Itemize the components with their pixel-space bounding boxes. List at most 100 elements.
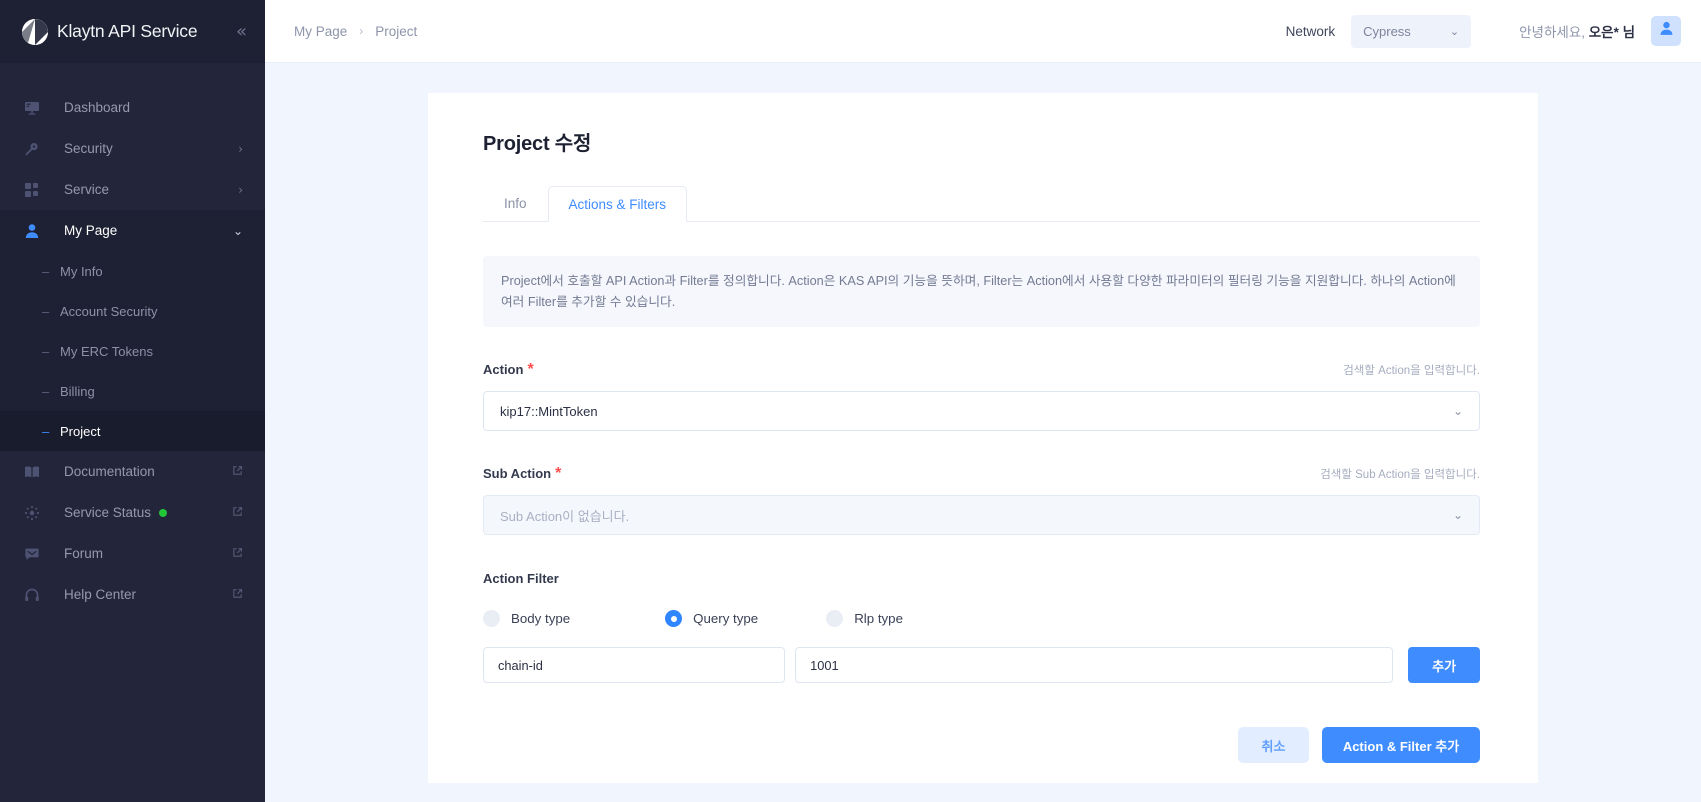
sidebar-item-label: Service Status — [64, 505, 152, 520]
required-mark: * — [527, 361, 534, 379]
radio-dot — [665, 610, 683, 628]
action-select[interactable]: kip17::MintToken ⌄ — [483, 391, 1480, 432]
sidebar-item-label: Security — [64, 141, 113, 156]
action-filter-title: Action Filter — [483, 571, 559, 587]
chevron-down-icon: ⌄ — [1452, 404, 1463, 419]
sub-action-field-group: Sub Action * 검색할 Sub Action을 입력합니다. Sub … — [483, 465, 1480, 536]
sub-action-placeholder: Sub Action이 없습니다. — [500, 508, 630, 524]
chat-icon — [22, 546, 42, 562]
sidebar-item-label: Forum — [64, 546, 104, 561]
user-avatar-icon — [1658, 20, 1675, 42]
tab-actions-filters[interactable]: Actions & Filters — [547, 186, 688, 222]
chevrons-left-icon[interactable]: « — [236, 22, 247, 41]
radio-dot — [826, 610, 844, 628]
submit-action-filter-button[interactable]: Action & Filter 추가 — [1322, 727, 1480, 764]
action-hint: 검색할 Action을 입력합니다. — [1343, 365, 1480, 378]
sidebar-subitem-label: Billing — [60, 383, 95, 399]
radio-body-type[interactable]: Body type — [483, 610, 571, 628]
chevron-right-icon: › — [238, 182, 243, 197]
chevron-right-icon: › — [359, 24, 364, 38]
main-area: My Page › Project Network Cypress ⌄ 안녕하세… — [265, 0, 1701, 802]
sidebar-item-my-erc-tokens[interactable]: – My ERC Tokens — [0, 331, 265, 371]
sidebar-nav: Dashboard Security › Service › My Page ⌄… — [0, 63, 265, 615]
cancel-button[interactable]: 취소 — [1238, 727, 1309, 764]
info-banner: Project에서 호출할 API Action과 Filter를 정의합니다.… — [483, 256, 1480, 328]
sidebar-item-dashboard[interactable]: Dashboard — [0, 87, 265, 128]
sidebar-item-service-status[interactable]: Service Status — [0, 492, 265, 533]
sidebar-item-billing[interactable]: – Billing — [0, 371, 265, 411]
sidebar-item-label: Service — [64, 182, 110, 197]
sidebar-subitem-label: Account Security — [60, 303, 158, 319]
radio-label: Body type — [511, 611, 571, 627]
dash-icon: – — [42, 383, 50, 399]
chevron-down-icon: ⌄ — [1452, 508, 1463, 523]
radio-query-type[interactable]: Query type — [665, 610, 759, 628]
action-select-value: kip17::MintToken — [500, 403, 598, 419]
sidebar-item-my-page[interactable]: My Page ⌄ — [0, 210, 265, 251]
topbar-right: Network Cypress ⌄ 안녕하세요, 오은* 님 — [1285, 14, 1681, 48]
sidebar-item-help-center[interactable]: Help Center — [0, 574, 265, 615]
sub-action-label: Sub Action — [483, 466, 552, 482]
sidebar-item-security[interactable]: Security › — [0, 128, 265, 169]
breadcrumb-item-my-page[interactable]: My Page — [294, 24, 347, 39]
sidebar-subitem-label: My ERC Tokens — [60, 343, 153, 359]
headset-icon — [22, 587, 42, 603]
filter-key-input[interactable] — [483, 647, 786, 684]
radio-label: Query type — [693, 611, 759, 627]
dash-icon: – — [42, 263, 50, 279]
sidebar-item-project[interactable]: – Project — [0, 411, 265, 451]
page-title: Project 수정 — [483, 133, 592, 155]
radio-dot — [483, 610, 500, 628]
external-link-icon — [232, 588, 243, 602]
sidebar-item-label: Help Center — [64, 587, 137, 602]
sidebar-item-label: Documentation — [64, 464, 155, 479]
required-mark: * — [555, 465, 562, 483]
dash-icon: – — [42, 423, 50, 439]
project-edit-card: Project 수정 Info Actions & Filters Projec… — [428, 93, 1538, 783]
sidebar-item-documentation[interactable]: Documentation — [0, 451, 265, 492]
app-root: Klaytn API Service « Dashboard Security … — [0, 0, 1701, 802]
grid-icon — [22, 182, 42, 198]
chevron-down-icon: ⌄ — [232, 223, 243, 238]
sidebar-item-label: Dashboard — [64, 100, 131, 115]
breadcrumb-item-project[interactable]: Project — [375, 24, 417, 39]
klaytn-logo-icon — [22, 18, 48, 45]
dash-icon: – — [42, 343, 50, 359]
sidebar-item-service[interactable]: Service › — [0, 169, 265, 210]
tab-info[interactable]: Info — [483, 185, 548, 221]
sub-action-hint: 검색할 Sub Action을 입력합니다. — [1320, 469, 1480, 482]
book-icon — [22, 464, 42, 480]
sidebar-submenu-my-page: – My Info – Account Security – My ERC To… — [0, 251, 265, 451]
filter-input-row: 추가 — [483, 647, 1480, 684]
key-icon — [22, 141, 42, 157]
greeting-prefix: 안녕하세요, — [1519, 25, 1589, 40]
topbar: My Page › Project Network Cypress ⌄ 안녕하세… — [265, 0, 1701, 63]
sidebar-item-account-security[interactable]: – Account Security — [0, 291, 265, 331]
filter-value-input[interactable] — [795, 647, 1394, 684]
action-field-group: Action * 검색할 Action을 입력합니다. kip17::MintT… — [483, 361, 1480, 432]
action-label: Action — [483, 362, 524, 378]
content-area: Project 수정 Info Actions & Filters Projec… — [265, 63, 1701, 802]
action-filter-radio-group: Body type Query type Rlp type — [483, 610, 1480, 628]
radio-label: Rlp type — [854, 611, 903, 627]
avatar[interactable] — [1651, 16, 1681, 46]
sidebar: Klaytn API Service « Dashboard Security … — [0, 0, 265, 802]
status-badge — [159, 508, 168, 517]
greeting: 안녕하세요, 오은* 님 — [1519, 21, 1635, 41]
external-link-icon — [232, 465, 243, 479]
sidebar-brand[interactable]: Klaytn API Service « — [0, 0, 265, 63]
sidebar-subitem-label: My Info — [60, 263, 103, 279]
network-label: Network — [1285, 23, 1336, 39]
add-filter-button[interactable]: 추가 — [1408, 647, 1480, 684]
radio-rlp-type[interactable]: Rlp type — [826, 610, 903, 628]
sidebar-item-my-info[interactable]: – My Info — [0, 251, 265, 291]
network-select[interactable]: Cypress ⌄ — [1351, 14, 1472, 48]
form-footer: 취소 Action & Filter 추가 — [483, 727, 1480, 764]
dash-icon: – — [42, 303, 50, 319]
tab-bar: Info Actions & Filters — [483, 186, 1480, 222]
network-select-value: Cypress — [1363, 23, 1411, 39]
sidebar-item-forum[interactable]: Forum — [0, 533, 265, 574]
sun-icon — [22, 505, 42, 521]
sub-action-select[interactable]: Sub Action이 없습니다. ⌄ — [483, 495, 1480, 536]
sidebar-subitem-label: Project — [60, 423, 101, 439]
